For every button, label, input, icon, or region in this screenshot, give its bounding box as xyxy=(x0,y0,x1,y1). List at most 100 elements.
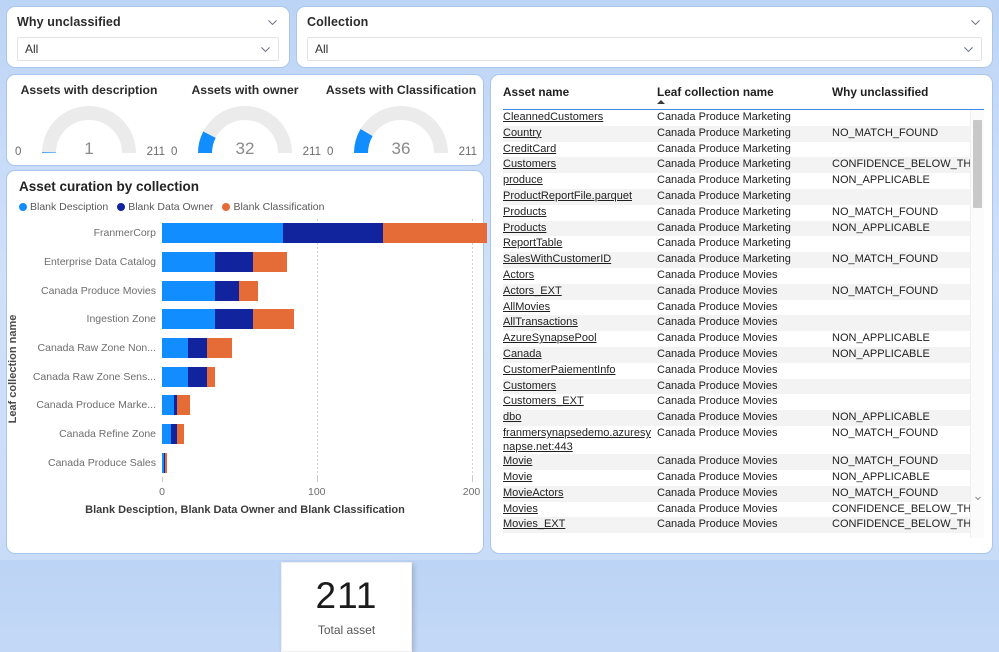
table-row[interactable]: Movie Canada Produce Movies NO_MATCH_FOUND xyxy=(503,454,970,470)
table-row[interactable]: produce Canada Produce Marketing NON_APPLI… xyxy=(503,173,970,189)
table-row[interactable]: ProductReportFile.parquet Canada Produce … xyxy=(503,188,970,205)
cell-asset-name[interactable]: SalesWithCustomerID xyxy=(503,253,657,267)
chart-bar-row[interactable] xyxy=(162,309,294,330)
slicer-collection[interactable]: Collection All xyxy=(296,6,993,68)
chart-bar-segment-3[interactable] xyxy=(253,309,294,330)
slicer-value-dropdown[interactable]: All xyxy=(307,37,982,61)
cell-asset-name[interactable]: ReportTable xyxy=(503,237,657,251)
chart-bar-segment-3[interactable] xyxy=(239,280,258,301)
chart-bar-segment-3[interactable] xyxy=(177,424,184,444)
chart-bar-row[interactable] xyxy=(162,338,232,358)
table-row[interactable]: Movies_EXT Canada Produce Movies CONFIDENC… xyxy=(503,517,984,534)
table-row[interactable]: Customers_EXT Canada Produce Movies xyxy=(503,394,970,410)
cell-asset-name[interactable]: produce xyxy=(503,174,657,188)
table-row[interactable]: CreditCard Canada Produce Marketing xyxy=(503,142,970,158)
cell-asset-name[interactable]: Customers xyxy=(503,380,657,394)
cell-asset-name[interactable]: AzureSynapsePool xyxy=(503,332,657,346)
chart-bar-row[interactable] xyxy=(162,395,190,416)
chart-bar-segment-3[interactable] xyxy=(177,395,190,416)
cell-asset-name[interactable]: CreditCard xyxy=(503,143,657,157)
scrollbar-thumb[interactable] xyxy=(973,120,982,208)
chart-category-label[interactable]: Ingestion Zone xyxy=(87,313,156,325)
legend-item-2[interactable]: Blank Data Owner xyxy=(117,201,213,213)
chart-category-label[interactable]: Canada Raw Zone Non... xyxy=(38,342,156,354)
slicer-header[interactable]: Collection xyxy=(307,15,982,29)
table-row[interactable]: Customers Canada Produce Marketing CONFIDE… xyxy=(503,157,984,174)
chart-bar-segment-3[interactable] xyxy=(253,252,288,272)
chart-bar-segment-2[interactable] xyxy=(214,309,254,330)
column-header-why-unclassified[interactable]: Why unclassified xyxy=(832,85,970,99)
table-row[interactable]: AllTransactions Canada Produce Movies xyxy=(503,315,970,332)
cell-asset-name[interactable]: Movies xyxy=(503,503,657,517)
cell-asset-name[interactable]: ProductReportFile.parquet xyxy=(503,190,657,204)
chart-category-label[interactable]: Canada Produce Marke... xyxy=(36,399,156,411)
chart-bar-segment-2[interactable] xyxy=(188,366,207,387)
column-header-leaf-collection-name[interactable]: Leaf collection name xyxy=(657,85,832,104)
table-row[interactable]: AzureSynapsePool Canada Produce Movies NON… xyxy=(503,331,970,347)
chart-bar-segment-3[interactable] xyxy=(206,366,215,387)
legend-item-1[interactable]: Blank Desciption xyxy=(19,201,108,213)
cell-asset-name[interactable]: MovieActors xyxy=(503,487,657,501)
table-row[interactable]: ReportTable Canada Produce Marketing xyxy=(503,236,970,252)
cell-asset-name[interactable]: CleannedCustomers xyxy=(503,111,657,125)
chevron-down-icon[interactable] xyxy=(266,16,279,29)
cell-asset-name[interactable]: CustomerPaiementInfo xyxy=(503,364,657,378)
chart-bar-segment-2[interactable] xyxy=(188,338,207,358)
cell-asset-name[interactable]: Customers_EXT xyxy=(503,395,657,409)
table-vertical-scrollbar[interactable] xyxy=(970,110,984,538)
table-row[interactable]: SalesWithCustomerID Canada Produce Market… xyxy=(503,252,970,268)
chart-bar-segment-2[interactable] xyxy=(214,252,254,272)
chevron-down-icon[interactable] xyxy=(969,16,982,29)
chart-bar-row[interactable] xyxy=(162,424,184,444)
chart-bar-segment-2[interactable] xyxy=(214,280,240,301)
chart-bar-segment-1[interactable] xyxy=(162,252,215,272)
chart-bar-segment-1[interactable] xyxy=(162,338,189,358)
chevron-down-icon[interactable] xyxy=(971,491,984,504)
table-row[interactable]: Movie Canada Produce Movies NON_APPLICABLE xyxy=(503,470,970,486)
chevron-down-icon[interactable] xyxy=(259,43,272,56)
cell-asset-name[interactable]: AllMovies xyxy=(503,301,657,315)
slicer-why-unclassified[interactable]: Why unclassified All xyxy=(6,6,290,68)
cell-asset-name[interactable]: Actors_EXT xyxy=(503,285,657,299)
slicer-header[interactable]: Why unclassified xyxy=(17,15,279,29)
table-row[interactable]: MovieActors Canada Produce Movies NO_MATCH… xyxy=(503,485,970,502)
chart-bar-row[interactable] xyxy=(162,280,258,301)
table-row[interactable]: dbo Canada Produce Movies NON_APPLICABLE xyxy=(503,410,970,426)
cell-asset-name[interactable]: franmersynapsedemo.azuresynapse.net:443 xyxy=(503,427,657,454)
chart-bar-segment-3[interactable] xyxy=(206,338,232,358)
chart-bar-row[interactable] xyxy=(162,252,288,272)
chart-category-label[interactable]: Canada Produce Sales xyxy=(48,457,156,469)
table-row[interactable]: Actors_EXT Canada Produce Movies NO_MATCH_… xyxy=(503,283,970,300)
slicer-value-dropdown[interactable]: All xyxy=(17,37,279,61)
chart-bar-row[interactable] xyxy=(162,366,215,387)
table-row[interactable]: Movies Canada Produce Movies CONFIDENCE_BE… xyxy=(503,502,984,518)
chart-category-label[interactable]: FranmerCorp xyxy=(94,227,156,239)
chart-bar-row[interactable] xyxy=(162,223,487,244)
chart-bar-segment-1[interactable] xyxy=(162,223,283,244)
cell-asset-name[interactable]: Movie xyxy=(503,455,657,469)
cell-asset-name[interactable]: AllTransactions xyxy=(503,316,657,330)
cell-asset-name[interactable]: Actors xyxy=(503,269,657,283)
cell-asset-name[interactable]: Customers xyxy=(503,158,657,172)
column-header-asset-name[interactable]: Asset name xyxy=(503,85,657,99)
chart-bar-segment-2[interactable] xyxy=(282,223,384,244)
table-row[interactable]: Country Canada Produce Marketing NO_MATCH_… xyxy=(503,125,970,142)
chart-bar-segment-1[interactable] xyxy=(162,424,172,444)
table-row[interactable]: Customers Canada Produce Movies xyxy=(503,378,970,395)
chart-bar-row[interactable] xyxy=(162,452,167,473)
cell-asset-name[interactable]: Canada xyxy=(503,348,657,362)
chart-bar-segment-1[interactable] xyxy=(162,280,215,301)
cell-asset-name[interactable]: Country xyxy=(503,127,657,141)
table-row[interactable]: CleannedCustomers Canada Produce Marketin… xyxy=(503,110,970,126)
cell-asset-name[interactable]: Products xyxy=(503,206,657,220)
chart-bar-segment-1[interactable] xyxy=(162,395,175,416)
chart-category-label[interactable]: Enterprise Data Catalog xyxy=(44,256,156,268)
chart-bar-segment-1[interactable] xyxy=(162,366,189,387)
table-row[interactable]: Products Canada Produce Marketing NO_MATCH… xyxy=(503,205,970,221)
chart-bar-segment-3[interactable] xyxy=(165,452,167,473)
chart-bar-segment-1[interactable] xyxy=(162,309,215,330)
cell-asset-name[interactable]: Movie xyxy=(503,471,657,485)
chart-bar-segment-3[interactable] xyxy=(383,223,487,244)
table-row[interactable]: CustomerPaiementInfo Canada Produce Movie… xyxy=(503,363,970,379)
table-row[interactable]: franmersynapsedemo.azuresynapse.net:443 C… xyxy=(503,426,970,454)
